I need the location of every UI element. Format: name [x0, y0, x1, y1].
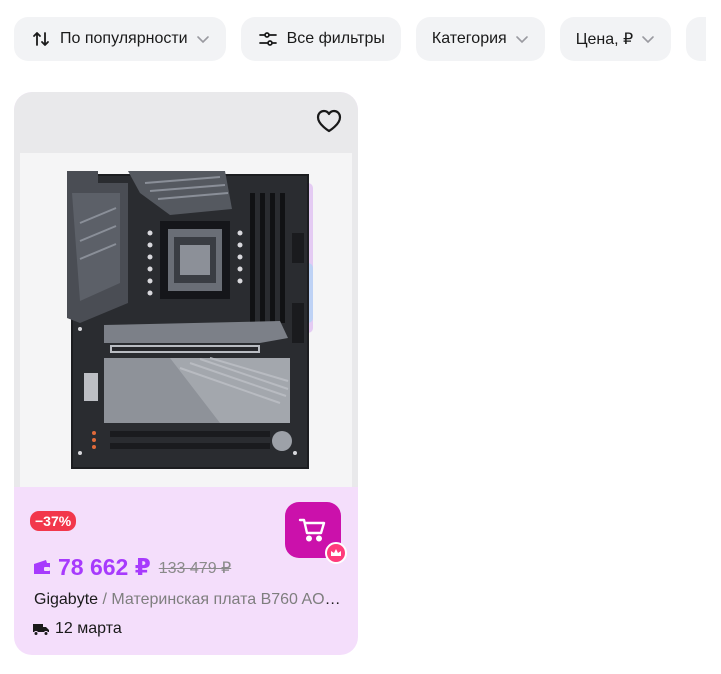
motherboard-image [67, 171, 313, 469]
chevron-down-icon [515, 32, 529, 46]
wallet-icon [32, 558, 54, 578]
discount-badge: −37% [30, 511, 77, 531]
sliders-icon [257, 28, 279, 50]
price-chip-label: Цена, ₽ [575, 31, 634, 48]
sort-chip-label: По популярности [60, 30, 188, 47]
title-separator: / [98, 591, 112, 608]
all-filters-label: Все фильтры [286, 30, 385, 47]
product-card[interactable]: −37% 78 662 ₽ 133 479 ₽ Gigabyte / Матер… [14, 92, 358, 655]
delivery-date: 12 марта [55, 620, 122, 637]
price-row: 78 662 ₽ 133 479 ₽ [32, 554, 231, 581]
truck-icon [32, 622, 50, 636]
product-photo[interactable] [20, 153, 352, 487]
category-chip[interactable]: Категория [415, 17, 545, 61]
filter-bar: По популярности Все фильтры Категория Це… [14, 17, 707, 61]
delivery-info: 12 марта [32, 620, 122, 638]
product-title[interactable]: Gigabyte / Материнская плата B760 AORUS … [34, 591, 344, 609]
more-filters-chip[interactable] [686, 17, 707, 61]
product-brand: Gigabyte [34, 591, 99, 608]
heart-icon[interactable] [314, 106, 344, 136]
price-chip[interactable]: Цена, ₽ [559, 17, 672, 61]
all-filters-chip[interactable]: Все фильтры [240, 17, 401, 61]
chevron-down-icon [641, 32, 655, 46]
sort-arrows-icon [30, 28, 52, 50]
add-to-cart-button[interactable] [285, 502, 347, 564]
old-price: 133 479 ₽ [158, 559, 232, 577]
crown-icon [325, 542, 347, 564]
product-name: Материнская плата B760 AORUS ELITE AX [111, 591, 344, 608]
current-price: 78 662 ₽ [58, 554, 151, 580]
cart-icon [298, 518, 326, 542]
chevron-down-icon [196, 32, 210, 46]
sort-popularity-chip[interactable]: По популярности [14, 17, 226, 61]
category-chip-label: Категория [431, 30, 507, 47]
